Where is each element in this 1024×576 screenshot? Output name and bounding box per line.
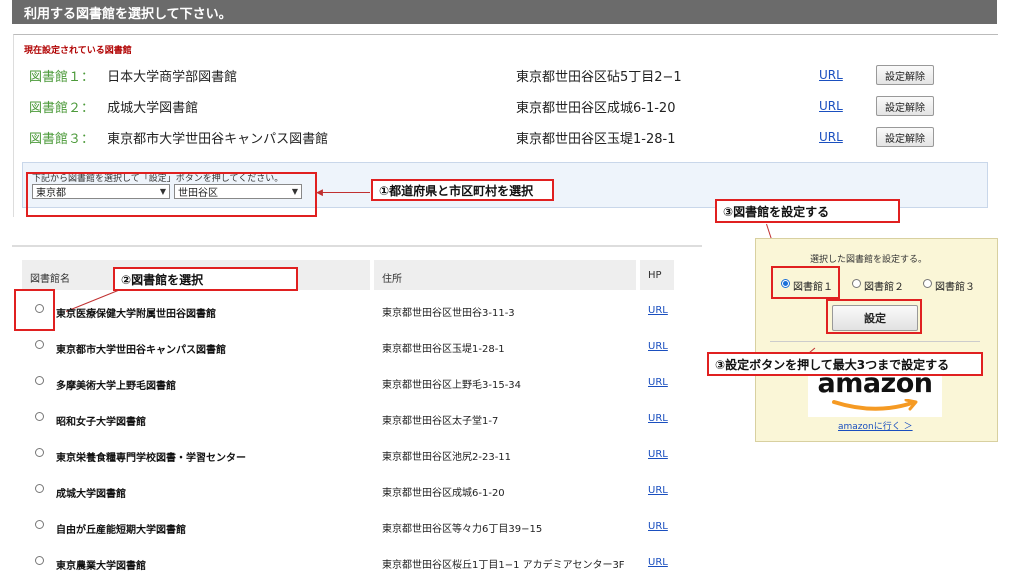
table-row-url[interactable]: URL <box>648 449 668 460</box>
current-library-3: 図書館３： 東京都市大学世田谷キャンパス図書館 <box>29 128 328 147</box>
table-row-url[interactable]: URL <box>648 485 668 496</box>
library-url-link[interactable]: URL <box>819 130 843 144</box>
library-url-link[interactable]: URL <box>819 68 843 82</box>
library-radio[interactable] <box>35 520 44 529</box>
slot-label-2: 図書館２ <box>864 282 904 293</box>
table-header-address-cell <box>374 260 636 290</box>
library-radio[interactable] <box>35 376 44 385</box>
step1-highlight <box>26 172 317 217</box>
release-button[interactable]: 設定解除 <box>876 96 934 116</box>
table-row-address: 東京都世田谷区上野毛3-15-34 <box>382 380 522 391</box>
column-header-name: 図書館名 <box>30 274 70 285</box>
library-radio[interactable] <box>35 340 44 349</box>
amazon-link[interactable]: amazonに行く ＞ <box>838 419 913 432</box>
library-radio[interactable] <box>35 448 44 457</box>
slot-radio-3[interactable] <box>923 279 932 288</box>
table-row-url[interactable]: URL <box>648 377 668 388</box>
amazon-logo[interactable]: amazon <box>808 369 942 417</box>
library-slot-label: 図書館２： <box>29 101 95 116</box>
step2-callout: ②図書館を選択 <box>113 267 298 291</box>
table-row-name: 東京都市大学世田谷キャンパス図書館 <box>56 345 226 356</box>
table-row-name: 東京栄養食糧専門学校図書・学習センター <box>56 453 246 464</box>
current-library-1: 図書館１： 日本大学商学部図書館 <box>29 66 237 85</box>
table-row-name: 昭和女子大学図書館 <box>56 417 146 428</box>
step1-callout: ①都道府県と市区町村を選択 <box>371 179 554 201</box>
step1-arrow <box>318 192 370 193</box>
column-header-address: 住所 <box>382 274 402 285</box>
library-name: 東京都市大学世田谷キャンパス図書館 <box>107 132 329 147</box>
table-row-address: 東京都世田谷区世田谷3-11-3 <box>382 308 515 319</box>
table-row-address: 東京都世田谷区等々力6丁目39−15 <box>382 524 543 535</box>
table-row-name: 自由が丘産能短期大学図書館 <box>56 525 186 536</box>
table-row-address: 東京都世田谷区太子堂1-7 <box>382 416 499 427</box>
release-button[interactable]: 設定解除 <box>876 65 934 85</box>
set-button-highlight <box>826 299 922 334</box>
library-address: 東京都世田谷区砧5丁目2−1 <box>516 70 682 85</box>
table-row-address: 東京都世田谷区池尻2-23-11 <box>382 452 512 463</box>
section-divider <box>12 245 702 247</box>
library-address: 東京都世田谷区玉堤1-28-1 <box>516 132 676 147</box>
library-name: 成城大学図書館 <box>107 101 199 116</box>
library-address: 東京都世田谷区成城6-1-20 <box>516 101 676 116</box>
table-row-address: 東京都世田谷区玉堤1-28-1 <box>382 344 505 355</box>
panel-separator <box>770 341 980 342</box>
table-row-url[interactable]: URL <box>648 413 668 424</box>
table-row-name: 多摩美術大学上野毛図書館 <box>56 381 176 392</box>
arrow-head-icon: ◀ <box>316 188 323 198</box>
step3-callout: ③図書館を設定する <box>715 199 900 223</box>
page-title: 利用する図書館を選択して下さい。 <box>12 0 997 24</box>
panel-instruction: 選択した図書館を設定する。 <box>810 255 928 265</box>
table-row-url[interactable]: URL <box>648 557 668 568</box>
library-name: 日本大学商学部図書館 <box>107 70 238 85</box>
library-url-link[interactable]: URL <box>819 99 843 113</box>
amazon-smile-icon <box>832 399 918 411</box>
table-row-name: 東京農業大学図書館 <box>56 561 146 572</box>
column-header-hp: HP <box>648 270 662 281</box>
library-radio[interactable] <box>35 412 44 421</box>
library-radio[interactable] <box>35 484 44 493</box>
slot-radio-2[interactable] <box>852 279 861 288</box>
table-row-name: 東京医療保健大学附属世田谷図書館 <box>56 309 216 320</box>
current-libraries-heading: 現在設定されている図書館 <box>24 46 132 56</box>
slot1-highlight <box>771 266 840 299</box>
current-library-2: 図書館２： 成城大学図書館 <box>29 97 198 116</box>
table-row-name: 成城大学図書館 <box>56 489 126 500</box>
library-radio[interactable] <box>35 304 44 313</box>
library-slot-label: 図書館３： <box>29 132 95 147</box>
release-button[interactable]: 設定解除 <box>876 127 934 147</box>
table-row-url[interactable]: URL <box>648 305 668 316</box>
step3b-callout: ③設定ボタンを押して最大3つまで設定する <box>707 352 983 376</box>
library-radio[interactable] <box>35 556 44 565</box>
table-row-address: 東京都世田谷区成城6-1-20 <box>382 488 505 499</box>
library-slot-label: 図書館１： <box>29 70 95 85</box>
table-row-url[interactable]: URL <box>648 521 668 532</box>
table-row-url[interactable]: URL <box>648 341 668 352</box>
slot-label-3: 図書館３ <box>935 282 975 293</box>
table-row-address: 東京都世田谷区桜丘1丁目1−1 アカデミアセンター3F <box>382 560 625 571</box>
